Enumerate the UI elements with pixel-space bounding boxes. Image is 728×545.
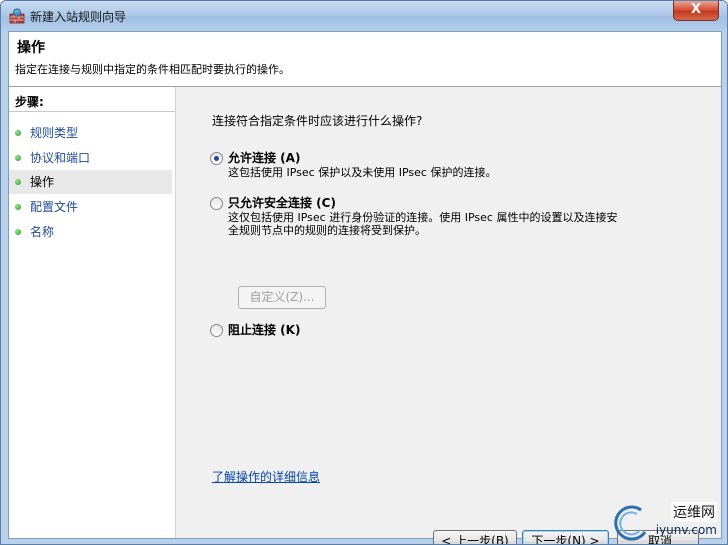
action-question: 连接符合指定条件时应该进行什么操作?	[212, 114, 423, 128]
step-label: 协议和端口	[30, 151, 91, 165]
step-profile[interactable]: 配置文件	[9, 195, 172, 219]
step-label: 名称	[30, 225, 55, 239]
step-bullet-icon	[15, 155, 21, 161]
content-panel: 连接符合指定条件时应该进行什么操作? 允许连接 (A) 这包括使用 IPsec …	[176, 87, 721, 544]
page-description: 指定在连接与规则中指定的条件相匹配时要执行的操作。	[15, 63, 290, 76]
wizard-header: 操作 指定在连接与规则中指定的条件相匹配时要执行的操作。	[9, 32, 721, 87]
next-button[interactable]: 下一步(N) >	[522, 530, 609, 544]
customize-button[interactable]: 自定义(Z)...	[238, 286, 326, 309]
step-label: 规则类型	[30, 126, 79, 140]
learn-more-link[interactable]: 了解操作的详细信息	[212, 468, 320, 485]
watermark-logo-icon	[614, 505, 647, 541]
step-bullet-icon	[15, 130, 21, 136]
steps-divider	[9, 111, 175, 112]
allow-connection-radio[interactable]	[210, 152, 223, 165]
close-button[interactable]: X	[673, 1, 719, 21]
page-title: 操作	[17, 40, 45, 56]
description-line: 这仅包括使用 IPsec 进行身份验证的连接。使用 IPsec 属性中的设置以及…	[228, 211, 618, 224]
step-action[interactable]: 操作	[9, 170, 172, 194]
wizard-client-area: 操作 指定在连接与规则中指定的条件相匹配时要执行的操作。 步骤: 规则类型 协议…	[8, 31, 722, 544]
firewall-icon	[9, 8, 25, 24]
step-bullet-icon	[15, 179, 21, 185]
allow-secure-connection-description: 这仅包括使用 IPsec 进行身份验证的连接。使用 IPsec 属性中的设置以及…	[228, 211, 617, 237]
description-line: 全规则节点中的规则的连接将受到保护。	[228, 224, 426, 237]
site-watermark: 运维网 iyunv.com	[611, 500, 721, 544]
step-label: 配置文件	[30, 200, 79, 214]
allow-connection-label[interactable]: 允许连接 (A)	[228, 149, 300, 166]
step-bullet-icon	[15, 204, 21, 210]
allow-secure-connection-radio[interactable]	[210, 197, 223, 210]
step-protocol-and-ports[interactable]: 协议和端口	[9, 146, 172, 170]
steps-heading: 步骤:	[15, 95, 44, 109]
watermark-url: iyunv.com	[655, 523, 717, 537]
allow-secure-connection-label[interactable]: 只允许安全连接 (C)	[228, 194, 336, 211]
step-name[interactable]: 名称	[9, 220, 172, 244]
wizard-window: 新建入站规则向导 X 操作 指定在连接与规则中指定的条件相匹配时要执行的操作。 …	[0, 0, 728, 545]
window-title: 新建入站规则向导	[30, 10, 127, 24]
back-button[interactable]: < 上一步(B)	[433, 530, 517, 544]
step-rule-type[interactable]: 规则类型	[9, 121, 172, 145]
steps-panel: 步骤: 规则类型 协议和端口 操作 配置文件 名称	[9, 87, 176, 538]
step-label: 操作	[30, 175, 55, 189]
block-connection-radio[interactable]	[210, 324, 223, 337]
description-line: 这包括使用 IPsec 保护以及未使用 IPsec 保护的连接。	[228, 166, 497, 179]
allow-connection-description: 这包括使用 IPsec 保护以及未使用 IPsec 保护的连接。	[228, 166, 496, 179]
title-bar[interactable]: 新建入站规则向导 X	[1, 1, 727, 31]
watermark-text: 运维网	[671, 502, 717, 522]
step-bullet-icon	[15, 229, 21, 235]
block-connection-label[interactable]: 阻止连接 (K)	[228, 321, 300, 338]
